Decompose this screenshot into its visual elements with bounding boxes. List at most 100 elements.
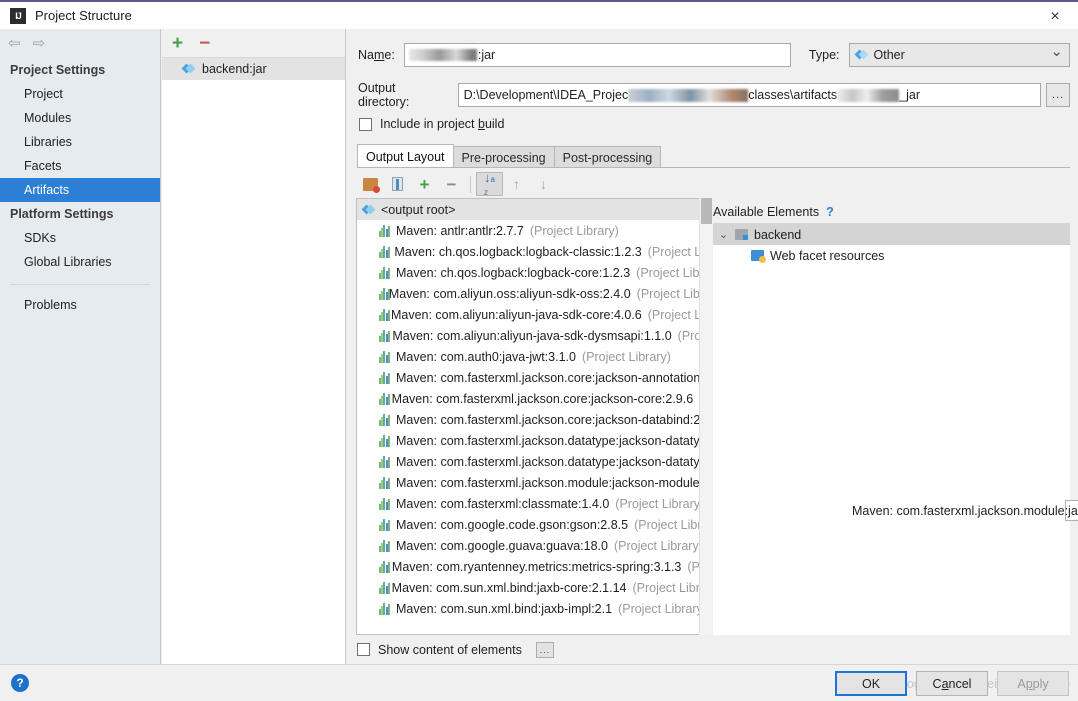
sidebar-item-problems[interactable]: Problems xyxy=(0,293,160,317)
remove-element-icon[interactable]: − xyxy=(438,172,465,196)
library-label: Maven: ch.qos.logback:logback-classic:1.… xyxy=(394,244,642,259)
name-label: Name: xyxy=(358,48,395,62)
apply-button[interactable]: Apply xyxy=(997,671,1069,696)
artifact-list-item[interactable]: backend:jar xyxy=(162,58,345,80)
tree-row-library[interactable]: Maven: com.fasterxml:classmate:1.4.0 (Pr… xyxy=(357,493,711,514)
close-icon[interactable]: × xyxy=(1032,2,1078,31)
sidebar-item-artifacts[interactable]: Artifacts xyxy=(0,178,160,202)
output-directory-input[interactable]: D:\Development\IDEA_Projec classes\artif… xyxy=(457,83,1042,107)
output-tree-scrollbar[interactable] xyxy=(699,198,712,635)
sidebar-item-global-libraries[interactable]: Global Libraries xyxy=(0,250,160,274)
library-label: Maven: com.aliyun:aliyun-java-sdk-core:4… xyxy=(390,307,642,322)
tree-row-library[interactable]: Maven: com.fasterxml.jackson.core:jackso… xyxy=(357,409,711,430)
tree-row-library[interactable]: Maven: com.google.guava:guava:18.0 (Proj… xyxy=(357,535,711,556)
output-root-diamond-icon xyxy=(361,204,376,216)
add-archive-icon[interactable] xyxy=(384,172,411,196)
show-content-of-elements-label: Show content of elements xyxy=(378,642,522,657)
move-down-icon[interactable]: ↓ xyxy=(530,172,557,196)
output-directory-prefix: D:\Development\IDEA_Projec xyxy=(463,88,629,102)
available-element-label: backend xyxy=(754,227,802,242)
library-label: Maven: com.sun.xml.bind:jaxb-impl:2.1 xyxy=(396,601,613,616)
window-title: Project Structure xyxy=(35,8,132,23)
library-bars-icon xyxy=(379,413,390,426)
type-select[interactable]: Other ⌄ xyxy=(848,43,1070,67)
tree-row-library[interactable]: Maven: com.aliyun:aliyun-java-sdk-core:4… xyxy=(357,304,711,325)
tab-pre-processing[interactable]: Pre-processing xyxy=(452,146,555,168)
sidebar-item-modules[interactable]: Modules xyxy=(0,106,160,130)
library-label: Maven: com.ryantenney.metrics:metrics-sp… xyxy=(391,559,682,574)
help-icon[interactable]: ? xyxy=(11,674,29,692)
sidebar-item-sdks[interactable]: SDKs xyxy=(0,226,160,250)
available-element-web-facet-resources[interactable]: Web facet resources xyxy=(713,245,1070,266)
tree-row-library[interactable]: Maven: ch.qos.logback:logback-core:1.2.3… xyxy=(357,262,711,283)
show-content-row: Show content of elements ... xyxy=(348,635,1078,664)
tabs-underline xyxy=(357,167,1070,168)
include-in-project-build-checkbox[interactable] xyxy=(359,117,372,131)
sidebar-item-facets[interactable]: Facets xyxy=(0,154,160,178)
library-label: Maven: com.aliyun.oss:aliyun-sdk-oss:2.4… xyxy=(388,286,631,301)
tree-row-library[interactable]: Maven: com.fasterxml.jackson.datatype:ja… xyxy=(357,430,711,451)
output-layout-tree[interactable]: <output root> Maven: antlr:antlr:2.7.7 (… xyxy=(356,198,712,635)
tree-row-library[interactable]: Maven: com.fasterxml.jackson.core:jackso… xyxy=(357,388,711,409)
include-in-project-build-row[interactable]: Include in project build xyxy=(359,117,504,131)
available-element-backend[interactable]: ⌄ backend xyxy=(713,224,1070,245)
sidebar-group-project-settings: Project Settings xyxy=(10,63,106,77)
tree-row-library[interactable]: Maven: com.sun.xml.bind:jaxb-core:2.1.14… xyxy=(357,577,711,598)
show-content-options-button[interactable]: ... xyxy=(535,641,554,658)
tree-row-library[interactable]: Maven: com.sun.xml.bind:jaxb-impl:2.1 (P… xyxy=(357,598,711,619)
name-input[interactable]: :jar xyxy=(403,43,791,67)
available-elements-header: Available Elements ? xyxy=(713,205,834,219)
library-label: Maven: com.fasterxml.jackson.datatype:ja… xyxy=(396,433,707,448)
move-up-icon[interactable]: ↑ xyxy=(503,172,530,196)
library-bars-icon xyxy=(379,245,390,258)
library-label: Maven: com.fasterxml.jackson.datatype:ja… xyxy=(396,454,707,469)
artifact-diamond-icon xyxy=(181,63,196,75)
tree-row-library[interactable]: Maven: com.fasterxml.jackson.core:jackso… xyxy=(357,367,711,388)
sidebar-item-libraries[interactable]: Libraries xyxy=(0,130,160,154)
ok-button[interactable]: OK xyxy=(835,671,907,696)
tree-row-library[interactable]: Maven: com.fasterxml.jackson.module:jack… xyxy=(357,472,711,493)
output-tree-scrollbar-thumb[interactable] xyxy=(701,198,712,224)
add-artifact-icon[interactable]: + xyxy=(172,34,183,53)
tab-post-processing[interactable]: Post-processing xyxy=(553,146,662,168)
tree-row-library[interactable]: Maven: com.auth0:java-jwt:3.1.0 (Project… xyxy=(357,346,711,367)
library-scope-label: (Project Libra xyxy=(634,517,709,532)
tree-row-library[interactable]: Maven: com.aliyun:aliyun-java-sdk-dysmsa… xyxy=(357,325,711,346)
tab-output-layout[interactable]: Output Layout xyxy=(357,144,454,168)
cancel-button[interactable]: Cancel xyxy=(916,671,988,696)
module-folder-icon xyxy=(735,229,748,240)
available-element-label: Web facet resources xyxy=(770,248,885,263)
output-directory-row: Output directory: D:\Development\IDEA_Pr… xyxy=(358,81,1070,109)
tree-row-library[interactable]: Maven: com.aliyun.oss:aliyun-sdk-oss:2.4… xyxy=(357,283,711,304)
tree-row-library[interactable]: Maven: antlr:antlr:2.7.7 (Project Librar… xyxy=(357,220,711,241)
chevron-down-icon[interactable]: ⌄ xyxy=(718,228,729,241)
library-label: Maven: com.fasterxml.jackson.module:jack… xyxy=(396,475,704,490)
back-arrow-icon[interactable]: ⇦ xyxy=(8,36,21,51)
library-label: Maven: com.google.code.gson:gson:2.8.5 xyxy=(396,517,629,532)
available-elements-label: Available Elements xyxy=(713,205,820,219)
artifacts-toolbar: + − xyxy=(162,29,345,58)
sidebar-group-platform-settings: Platform Settings xyxy=(10,207,114,221)
output-directory-suffix: _jar xyxy=(899,88,920,102)
sort-alphabetically-icon[interactable]: ↓a z xyxy=(476,171,503,197)
available-elements-tree[interactable]: ⌄ backend Web facet resources xyxy=(713,223,1070,635)
forward-arrow-icon[interactable]: ⇨ xyxy=(33,36,46,51)
tree-row-library[interactable]: Maven: com.google.code.gson:gson:2.8.5 (… xyxy=(357,514,711,535)
library-scope-label: (Project Library) xyxy=(615,496,705,511)
browse-output-directory-button[interactable]: ... xyxy=(1046,83,1070,107)
available-elements-help-icon[interactable]: ? xyxy=(826,205,834,219)
library-bars-icon xyxy=(379,329,390,342)
library-bars-icon xyxy=(379,476,390,489)
tree-row-output-root[interactable]: <output root> xyxy=(357,199,711,220)
library-label: Maven: com.aliyun:aliyun-java-sdk-dysmsa… xyxy=(392,328,672,343)
sidebar-item-project[interactable]: Project xyxy=(0,82,160,106)
library-label: Maven: ch.qos.logback:logback-core:1.2.3 xyxy=(396,265,631,280)
add-copy-of-icon[interactable]: + xyxy=(411,172,438,196)
show-content-of-elements-checkbox[interactable] xyxy=(357,643,370,656)
library-scope-label: (Project Library) xyxy=(581,349,671,364)
add-directory-icon[interactable] xyxy=(357,172,384,196)
tree-row-library[interactable]: Maven: com.fasterxml.jackson.datatype:ja… xyxy=(357,451,711,472)
remove-artifact-icon[interactable]: − xyxy=(199,34,210,53)
tree-row-library[interactable]: Maven: ch.qos.logback:logback-classic:1.… xyxy=(357,241,711,262)
tree-row-library[interactable]: Maven: com.ryantenney.metrics:metrics-sp… xyxy=(357,556,711,577)
